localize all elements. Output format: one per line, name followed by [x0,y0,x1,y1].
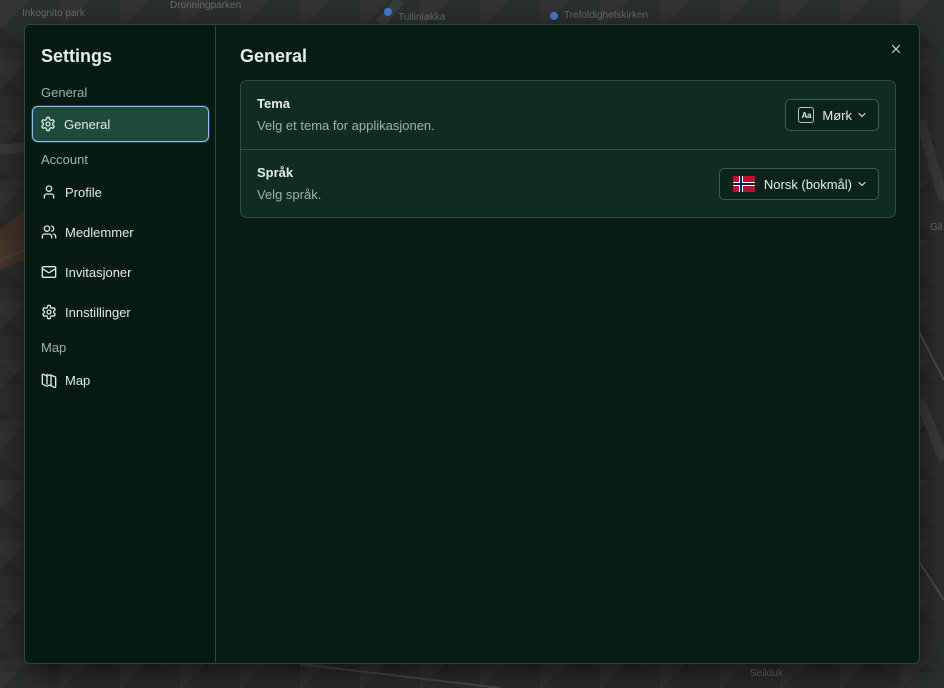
map-label: Seilduk [750,668,783,679]
close-icon [889,42,903,56]
setting-row-sprak: Språk Velg språk. Norsk (bokmål) [241,149,895,217]
sidebar-item-general[interactable]: General [32,106,209,142]
sidebar-item-profile[interactable]: Profile [32,174,209,210]
sidebar-item-label: Innstillinger [65,304,131,320]
chevron-down-icon [856,178,868,190]
settings-main: General Tema Velg et tema for applikasjo… [216,25,919,663]
group-label-general: General [41,85,88,100]
setting-row-tema: Tema Velg et tema for applikasjonen. Aa … [241,81,895,149]
user-icon [41,184,57,200]
settings-sidebar: Settings General General Account Profile… [25,25,216,663]
sidebar-item-map[interactable]: Map [32,362,209,398]
language-value: Norsk (bokmål) [763,176,852,192]
group-label-account: Account [41,152,88,167]
sidebar-item-label: Map [65,372,91,388]
norway-flag-icon [732,176,756,192]
sidebar-item-label: General [64,116,111,132]
map-label: Trefoldighetskirken [564,10,649,21]
map-label: Gil [930,222,943,233]
theme-value: Mørk [822,107,852,123]
users-icon [41,224,57,240]
settings-card: Tema Velg et tema for applikasjonen. Aa … [240,80,896,218]
theme-icon: Aa [798,107,815,123]
sidebar-item-label: Medlemmer [65,224,134,240]
sidebar-item-label: Invitasjoner [65,264,132,280]
sidebar-item-label: Profile [65,184,102,200]
map-label: Tullinløkka [398,12,446,23]
group-label-map: Map [41,340,67,355]
gear-icon [40,116,56,132]
sidebar-item-medlemmer[interactable]: Medlemmer [32,214,209,250]
language-select[interactable]: Norsk (bokmål) [718,168,879,200]
settings-dialog: Settings General General Account Profile… [24,24,920,664]
close-button[interactable] [888,41,904,57]
map-label: Inkognito park [22,8,85,19]
sidebar-title: Settings [41,46,113,66]
sidebar-item-innstillinger[interactable]: Innstillinger [32,294,209,330]
chevron-down-icon [856,109,868,121]
page-title: General [240,46,308,66]
theme-select[interactable]: Aa Mørk [785,99,879,131]
map-icon [41,372,57,388]
map-label: Dronningparken [170,0,242,11]
gear-icon [41,304,57,320]
mail-icon [41,264,57,280]
sidebar-item-invitasjoner[interactable]: Invitasjoner [32,254,209,290]
